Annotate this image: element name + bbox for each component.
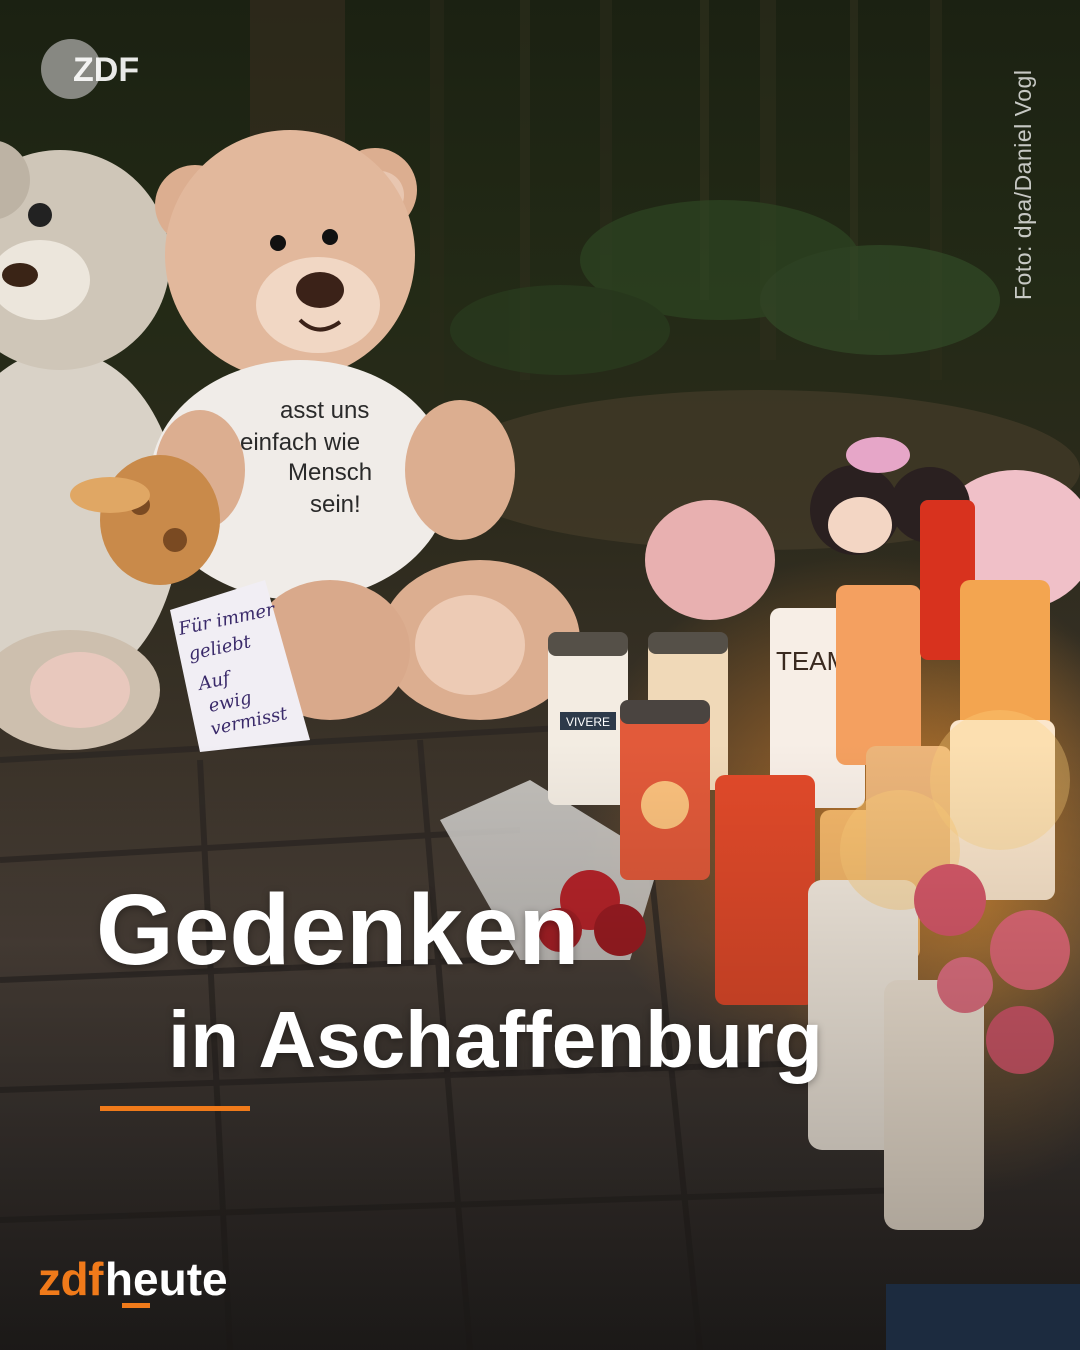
grey-teddy-bear xyxy=(0,141,180,750)
grave-candles: VIVERE TEAM xyxy=(548,500,1070,1230)
shirt-line-1: asst uns xyxy=(280,397,369,424)
shirt-line-4: sein! xyxy=(310,491,361,518)
memorial-photo: asst uns einfach wie Mensch sein! Für im… xyxy=(0,0,1080,1350)
zdf-logo-text: ZDF xyxy=(73,51,139,89)
foliage xyxy=(450,200,1000,375)
zdfheute-logo: zdfheute xyxy=(38,1256,228,1302)
shirt-line-2: einfach wie xyxy=(240,429,360,456)
candle-label-vivere: VIVERE xyxy=(566,715,610,729)
social-post-card: asst uns einfach wie Mensch sein! Für im… xyxy=(0,0,1080,1350)
accent-divider xyxy=(100,1106,250,1111)
brand-zdf: zdf xyxy=(38,1253,103,1305)
brand-heute: heute xyxy=(104,1253,228,1305)
shirt-line-3: Mensch xyxy=(288,459,372,486)
corner-color-block xyxy=(886,1284,1080,1350)
headline-subtitle: in Aschaffenburg xyxy=(168,995,823,1084)
brand-underline xyxy=(122,1303,150,1308)
photo-credit: Foto: dpa/Daniel Vogl xyxy=(1010,69,1036,300)
zdf-logo-icon: ZDF xyxy=(41,39,139,99)
headline-title: Gedenken xyxy=(96,874,580,986)
